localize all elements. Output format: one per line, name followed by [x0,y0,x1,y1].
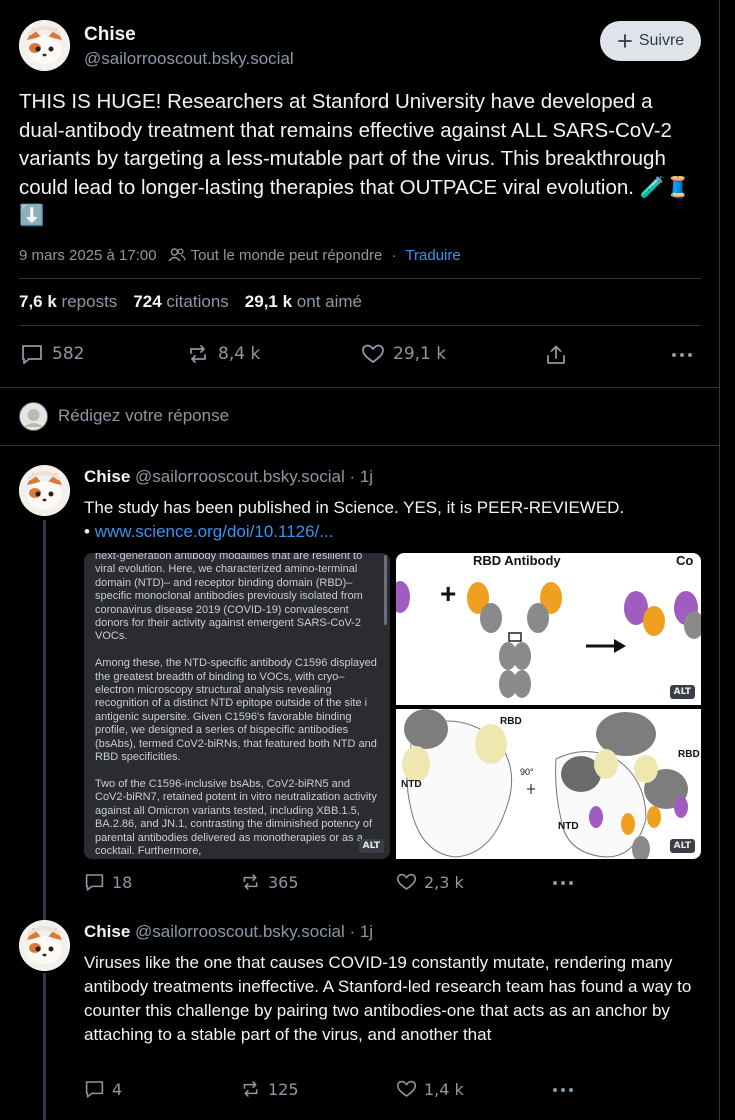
abstract-image[interactable]: next-generation antibody modalities that… [84,553,390,859]
reply-author-avatar[interactable] [19,465,70,516]
author-name[interactable]: Chise [84,24,136,46]
likes-stat[interactable]: 29,1 k ont aimé [245,292,362,312]
comment-icon [20,343,44,365]
repost-icon [240,872,261,892]
alt-badge[interactable]: ALT [669,685,695,699]
reply-author-avatar[interactable] [19,920,70,971]
post-meta: 9 mars 2025 à 17:00 Tout le monde peut r… [19,245,461,265]
divider [19,325,701,326]
reply-author-name[interactable]: Chise [84,922,130,941]
antibody-diagram: + [396,578,701,698]
more-button[interactable] [552,880,574,886]
reply-count: 582 [52,344,85,364]
reply-setting[interactable]: Tout le monde peut répondre [191,247,383,264]
alt-badge[interactable]: ALT [669,839,695,853]
thread-line [43,520,46,920]
quotes-count: 724 [133,292,162,311]
author-avatar[interactable] [19,20,70,71]
heart-icon [361,343,385,365]
meta-separator: · [391,246,397,264]
more-button[interactable] [671,352,693,358]
ntd-center-label: NTD [558,821,579,832]
structure-diagram [402,709,688,859]
structure-diagram-image[interactable]: RBD NTD 90° RBD NTD ALT [396,709,701,859]
reply-text: Viruses like the one that causes COVID-1… [84,953,692,1044]
reply-text: The study has been published in Science.… [84,498,625,517]
repost-icon [186,343,210,365]
co-label: Co [676,553,694,568]
divider [0,445,720,446]
heart-icon [396,1079,417,1099]
follow-label: Suivre [638,32,685,49]
reposts-stat[interactable]: 7,6 k reposts [19,292,117,312]
reply-author-name[interactable]: Chise [84,467,130,486]
author-handle[interactable]: @sailorrooscout.bsky.social [84,49,294,69]
science-link[interactable]: www.science.org/doi/10.1126/... [95,522,334,541]
reply-header: Chise @sailorrooscout.bsky.social · 1j [84,467,373,487]
post-text: THIS IS HUGE! Researchers at Stanford Un… [19,90,691,227]
more-icon [671,352,693,358]
reply-link-line: • www.science.org/doi/10.1126/... [84,520,333,544]
reposts-label: reposts [61,292,118,311]
more-icon [552,880,574,886]
post-thread: Chise @sailorrooscout.bsky.social Suivre… [0,0,720,1120]
abstract-text: next-generation antibody modalities that… [95,553,377,857]
alt-badge[interactable]: ALT [358,839,384,853]
reposts-count: 7,6 k [19,292,57,311]
repost-count: 365 [268,872,299,892]
more-button[interactable] [552,1087,574,1093]
bullet: • [84,522,90,541]
thread-line [43,973,46,1120]
repost-button[interactable]: 365 [240,872,299,892]
repost-count: 8,4 k [218,344,261,364]
svg-text:+: + [440,578,456,609]
reply-author-handle[interactable]: @sailorrooscout.bsky.social · 1j [135,467,373,486]
reply-author-handle[interactable]: @sailorrooscout.bsky.social · 1j [135,922,373,941]
follow-button[interactable]: Suivre [600,21,701,61]
repost-count: 125 [268,1079,299,1099]
reply-button[interactable]: 4 [84,1079,122,1099]
comment-icon [84,872,105,892]
post-timestamp[interactable]: 9 mars 2025 à 17:00 [19,247,157,264]
rbd-antibody-label: RBD Antibody [473,553,561,568]
rbd-right-label: RBD [678,749,700,760]
reply-count: 18 [112,872,133,892]
share-icon [545,344,567,366]
ntd-left-label: NTD [401,779,422,790]
user-avatar [19,402,48,431]
like-count: 1,4 k [424,1079,464,1099]
like-button[interactable]: 29,1 k [361,343,446,365]
reply-count: 4 [112,1079,123,1099]
like-count: 29,1 k [393,344,447,364]
comment-icon [84,1079,105,1099]
quotes-label: citations [166,292,229,311]
like-button[interactable]: 2,3 k [396,872,464,892]
scrollbar[interactable] [384,555,387,625]
repost-icon [240,1079,261,1099]
more-icon [552,1087,574,1093]
repost-button[interactable]: 125 [240,1079,299,1099]
translate-link[interactable]: Traduire [405,247,460,264]
plus-icon [617,33,633,49]
angle-label: 90° [520,767,534,777]
post-stats: 7,6 k reposts 724 citations 29,1 k ont a… [19,292,362,312]
divider [19,278,701,279]
quotes-stat[interactable]: 724 citations [133,292,228,312]
share-button[interactable] [545,344,567,366]
like-button[interactable]: 1,4 k [396,1079,464,1099]
reply-button[interactable]: 582 [20,343,84,365]
people-icon [168,247,186,263]
repost-button[interactable]: 8,4 k [186,343,260,365]
reply-button[interactable]: 18 [84,872,132,892]
likes-count: 29,1 k [244,292,293,311]
divider [0,387,720,388]
antibody-diagram-image[interactable]: + RBD Antibody Co ALT [396,553,701,705]
reply-header: Chise @sailorrooscout.bsky.social · 1j [84,922,373,942]
reply-input[interactable]: Rédigez votre réponse [58,406,229,426]
rbd-left-label: RBD [500,716,522,727]
likes-label: ont aimé [296,292,362,311]
like-count: 2,3 k [424,872,464,892]
heart-icon [396,872,417,892]
